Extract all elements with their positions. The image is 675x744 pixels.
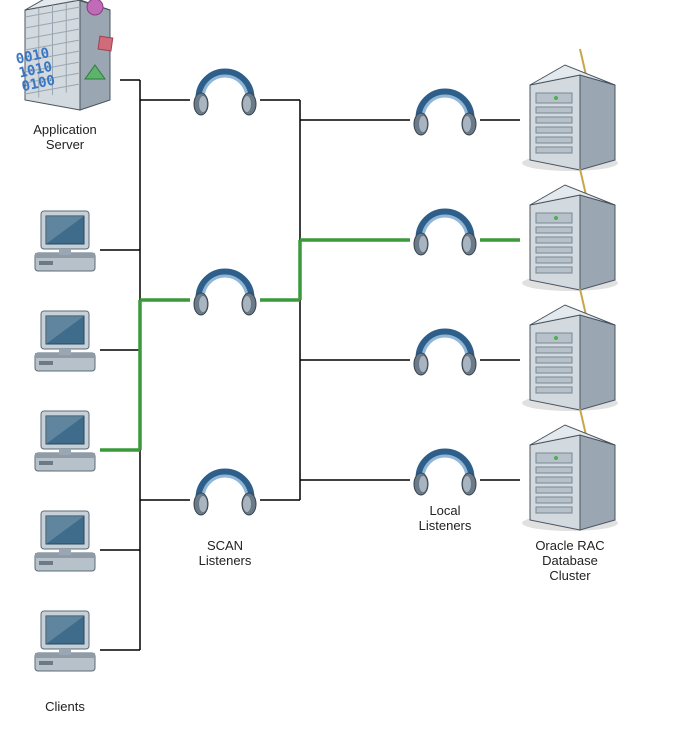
client-pc-3 <box>35 411 95 471</box>
client-pc-2 <box>35 311 95 371</box>
rac-node-1 <box>522 49 618 171</box>
rac-node-2 <box>522 169 618 291</box>
scan-listener-3 <box>194 472 256 515</box>
app-server-label: Application Server <box>10 123 120 153</box>
scan-listeners-label: SCAN Listeners <box>175 539 275 569</box>
client-pc-5 <box>35 611 95 671</box>
local-listener-4 <box>414 452 476 495</box>
rac-node-3 <box>522 289 618 411</box>
local-listeners-label: Local Listeners <box>390 504 500 534</box>
rac-node-4 <box>522 409 618 531</box>
local-listener-2 <box>414 212 476 255</box>
scan-listener-2 <box>194 272 256 315</box>
client-pc-1 <box>35 211 95 271</box>
clients-label: Clients <box>20 700 110 715</box>
client-pc-4 <box>35 511 95 571</box>
rac-cluster-label: Oracle RAC Database Cluster <box>500 539 640 584</box>
local-listener-1 <box>414 92 476 135</box>
app-server-icon: 001010100100 <box>14 0 112 110</box>
local-listener-3 <box>414 332 476 375</box>
scan-listener-1 <box>194 72 256 115</box>
